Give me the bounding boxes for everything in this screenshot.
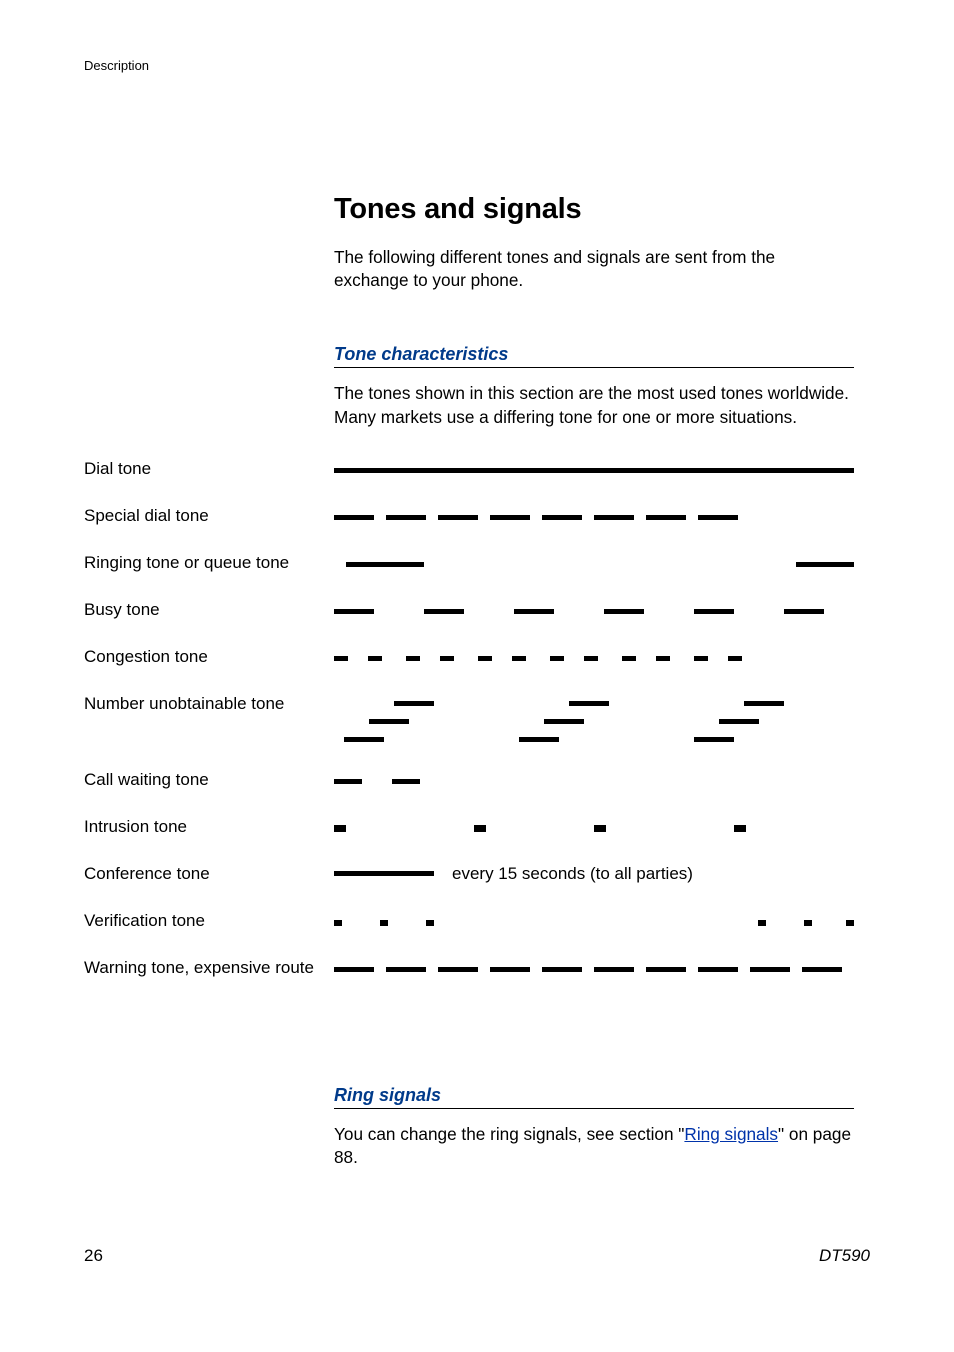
tone-row-verification: Verification tone bbox=[84, 911, 870, 958]
tone-label: Intrusion tone bbox=[84, 817, 334, 837]
ring-signals-section: Ring signals You can change the ring sig… bbox=[334, 1085, 854, 1169]
content-column: Tones and signals The following differen… bbox=[334, 193, 854, 429]
tone-label: Special dial tone bbox=[84, 506, 334, 526]
tone-pattern-unobtainable bbox=[334, 694, 870, 757]
tone-row-ringing: Ringing tone or queue tone bbox=[84, 553, 870, 600]
tone-pattern-busy bbox=[334, 600, 870, 617]
tone-label: Call waiting tone bbox=[84, 770, 334, 790]
tone-row-call-waiting: Call waiting tone bbox=[84, 770, 870, 817]
tone-pattern-dial bbox=[334, 459, 870, 476]
tone-label: Verification tone bbox=[84, 911, 334, 931]
tone-pattern-congestion bbox=[334, 647, 870, 664]
page-number: 26 bbox=[84, 1246, 103, 1266]
conference-note: every 15 seconds (to all parties) bbox=[452, 864, 693, 884]
tone-label: Dial tone bbox=[84, 459, 334, 479]
tone-pattern-conference: every 15 seconds (to all parties) bbox=[334, 864, 870, 884]
intro-paragraph: The following different tones and signal… bbox=[334, 246, 854, 292]
page: Description Tones and signals The follow… bbox=[0, 0, 954, 1352]
tone-row-unobtainable: Number unobtainable tone bbox=[84, 694, 870, 770]
ring-text-before: You can change the ring signals, see sec… bbox=[334, 1124, 684, 1144]
tone-label: Conference tone bbox=[84, 864, 334, 884]
tone-row-special-dial: Special dial tone bbox=[84, 506, 870, 553]
tone-row-warning: Warning tone, expensive route bbox=[84, 958, 870, 1005]
tone-row-intrusion: Intrusion tone bbox=[84, 817, 870, 864]
tone-pattern-special-dial bbox=[334, 506, 870, 523]
tone-row-congestion: Congestion tone bbox=[84, 647, 870, 694]
tone-label: Ringing tone or queue tone bbox=[84, 553, 334, 573]
tone-row-dial: Dial tone bbox=[84, 459, 870, 506]
ring-signals-text: You can change the ring signals, see sec… bbox=[334, 1123, 854, 1169]
tone-label: Number unobtainable tone bbox=[84, 694, 334, 714]
tone-pattern-ringing bbox=[334, 553, 870, 570]
tone-label: Warning tone, expensive route bbox=[84, 958, 334, 978]
tone-characteristics-text: The tones shown in this section are the … bbox=[334, 382, 854, 428]
section-label: Description bbox=[84, 58, 870, 73]
model-label: DT590 bbox=[819, 1246, 870, 1266]
tone-table: Dial tone Special dial tone bbox=[84, 459, 870, 1005]
ring-signals-link[interactable]: Ring signals bbox=[684, 1124, 778, 1144]
tone-pattern-call-waiting bbox=[334, 770, 870, 787]
tone-label: Congestion tone bbox=[84, 647, 334, 667]
page-footer: 26 DT590 bbox=[84, 1246, 870, 1266]
tone-row-busy: Busy tone bbox=[84, 600, 870, 647]
tone-characteristics-heading: Tone characteristics bbox=[334, 344, 854, 368]
tone-pattern-intrusion bbox=[334, 817, 870, 834]
tone-row-conference: Conference tone every 15 seconds (to all… bbox=[84, 864, 870, 911]
tone-label: Busy tone bbox=[84, 600, 334, 620]
ring-signals-heading: Ring signals bbox=[334, 1085, 854, 1109]
tone-pattern-verification bbox=[334, 911, 870, 928]
page-title: Tones and signals bbox=[334, 193, 854, 226]
tone-pattern-warning bbox=[334, 958, 870, 975]
